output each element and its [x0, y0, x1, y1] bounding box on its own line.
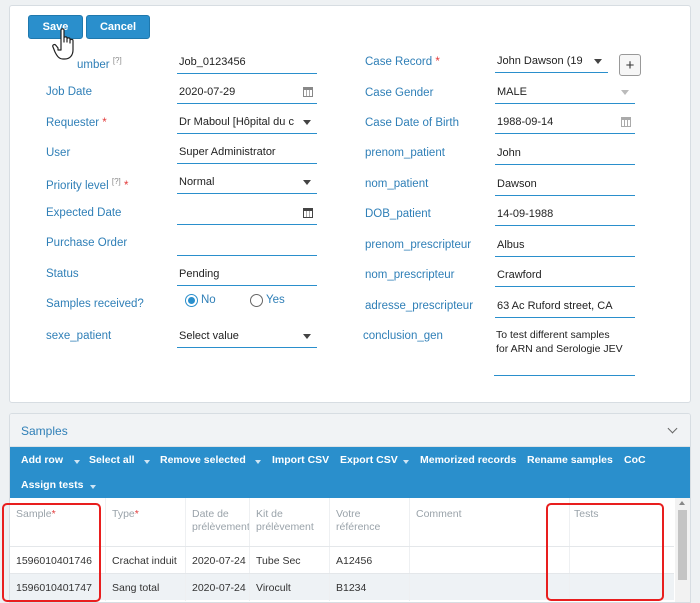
dropdown-caret-icon	[621, 90, 629, 95]
job-form-panel: Save Cancel umber [?] Job_0123456 Job Da…	[9, 5, 691, 403]
remove-selected-button[interactable]: Remove selected	[160, 454, 246, 466]
nom-prescripteur-field[interactable]: Crawford	[495, 265, 635, 287]
date-cell[interactable]: 2020-07-24	[186, 547, 250, 574]
scroll-up-icon[interactable]	[679, 501, 685, 505]
nom-patient-label: nom_patient	[365, 178, 429, 190]
reference-cell[interactable]: B1234	[330, 574, 410, 601]
case-gender-select[interactable]: MALE	[495, 82, 635, 104]
select-all-caret-icon[interactable]	[144, 460, 150, 464]
type-cell[interactable]: Sang total	[106, 574, 186, 601]
rename-samples-button[interactable]: Rename samples	[527, 454, 613, 466]
prenom-prescripteur-label: prenom_prescripteur	[365, 239, 472, 251]
job-number-label: umber [?]	[77, 56, 122, 71]
purchase-order-field[interactable]	[177, 234, 317, 256]
requester-select[interactable]: Dr Maboul [Hôpital du c	[177, 112, 317, 134]
adresse-prescripteur-field[interactable]: 63 Ac Ruford street, CA	[495, 296, 635, 318]
user-label: User	[46, 147, 71, 159]
case-dob-field[interactable]: 1988-09-14	[495, 112, 635, 134]
expected-date-field[interactable]	[177, 203, 317, 225]
job-number-help-icon[interactable]: [?]	[113, 56, 122, 65]
case-record-select[interactable]: John Dawson (19	[495, 51, 608, 73]
add-case-plus-icon[interactable]: +	[619, 54, 641, 76]
dropdown-caret-icon	[594, 59, 602, 64]
job-number-field[interactable]: Job_0123456	[177, 52, 317, 74]
grid-scrollbar[interactable]	[675, 498, 690, 602]
sexe-patient-label: sexe_patient	[46, 330, 112, 342]
requester-label: Requester *	[46, 117, 107, 129]
dropdown-caret-icon	[303, 334, 311, 339]
import-csv-button[interactable]: Import CSV	[272, 454, 329, 466]
priority-level-select[interactable]: Normal	[177, 172, 317, 194]
purchase-order-label: Purchase Order	[46, 237, 128, 249]
expected-date-label: Expected Date	[46, 207, 122, 219]
nom-patient-field[interactable]: Dawson	[495, 174, 635, 196]
memorized-records-button[interactable]: Memorized records	[420, 454, 516, 466]
type-cell[interactable]: Crachat induit	[106, 547, 186, 574]
column-header-date[interactable]: Date de prélèvement	[186, 498, 250, 546]
samples-title: Samples	[21, 424, 68, 438]
export-csv-caret-icon[interactable]	[403, 460, 409, 464]
export-csv-button[interactable]: Export CSV	[340, 454, 398, 466]
prenom-prescripteur-field[interactable]: Albus	[495, 235, 635, 257]
samples-header[interactable]: Samples	[10, 414, 690, 447]
priority-help-icon[interactable]: [?]	[112, 177, 121, 186]
kit-cell[interactable]: Virocult	[250, 574, 330, 601]
cancel-button[interactable]: Cancel	[86, 15, 150, 39]
prenom-patient-field[interactable]: John	[495, 143, 635, 165]
scrollbar-thumb[interactable]	[678, 510, 687, 580]
priority-level-label: Priority level [?] *	[46, 177, 129, 192]
case-record-label: Case Record *	[365, 56, 440, 68]
adresse-prescripteur-label: adresse_prescripteur	[365, 300, 474, 312]
dropdown-caret-icon	[303, 180, 311, 185]
dob-patient-field[interactable]: 14-09-1988	[495, 204, 635, 226]
add-row-caret-icon[interactable]	[74, 460, 80, 464]
user-field[interactable]: Super Administrator	[177, 142, 317, 164]
sample-column-highlight	[2, 503, 101, 602]
reference-cell[interactable]: A12456	[330, 547, 410, 574]
samples-toolbar: Add row Select all Remove selected Impor…	[10, 447, 690, 498]
samples-received-label: Samples received?	[46, 298, 144, 310]
job-date-field[interactable]: 2020-07-29	[177, 82, 317, 104]
column-header-reference[interactable]: Votre référence	[330, 498, 410, 546]
select-all-button[interactable]: Select all	[89, 454, 135, 466]
prenom-patient-label: prenom_patient	[365, 147, 445, 159]
samples-received-no-radio[interactable]	[185, 294, 198, 307]
job-date-label: Job Date	[46, 86, 93, 98]
chevron-down-icon[interactable]	[667, 423, 678, 434]
samples-received-yes-label[interactable]: Yes	[266, 294, 285, 306]
case-dob-label: Case Date of Birth	[365, 117, 459, 129]
nom-prescripteur-label: nom_prescripteur	[365, 269, 455, 281]
kit-cell[interactable]: Tube Sec	[250, 547, 330, 574]
case-gender-label: Case Gender	[365, 87, 434, 99]
date-cell[interactable]: 2020-07-24	[186, 574, 250, 601]
calendar-icon[interactable]	[621, 117, 631, 127]
samples-received-yes-radio[interactable]	[250, 294, 263, 307]
calendar-icon[interactable]	[303, 208, 313, 218]
dropdown-caret-icon	[303, 120, 311, 125]
dob-patient-label: DOB_patient	[365, 208, 431, 220]
samples-received-no-label[interactable]: No	[201, 294, 216, 306]
conclusion-gen-textarea[interactable]: To test different samples for ARN and Se…	[494, 328, 635, 376]
status-field[interactable]: Pending	[177, 264, 317, 286]
column-header-kit[interactable]: Kit de prélèvement	[250, 498, 330, 546]
sexe-patient-select[interactable]: Select value	[177, 326, 317, 348]
hand-pointer-icon	[52, 28, 74, 60]
remove-selected-caret-icon[interactable]	[255, 460, 261, 464]
column-header-type[interactable]: Type*	[106, 498, 186, 546]
tests-column-highlight	[546, 503, 664, 601]
add-row-button[interactable]: Add row	[21, 454, 63, 466]
status-label: Status	[46, 268, 79, 280]
assign-tests-button[interactable]: Assign tests	[21, 479, 83, 491]
conclusion-gen-label: conclusion_gen	[363, 330, 443, 342]
assign-tests-caret-icon[interactable]	[90, 485, 96, 489]
coc-button[interactable]: CoC	[624, 454, 646, 466]
calendar-icon[interactable]	[303, 87, 313, 97]
